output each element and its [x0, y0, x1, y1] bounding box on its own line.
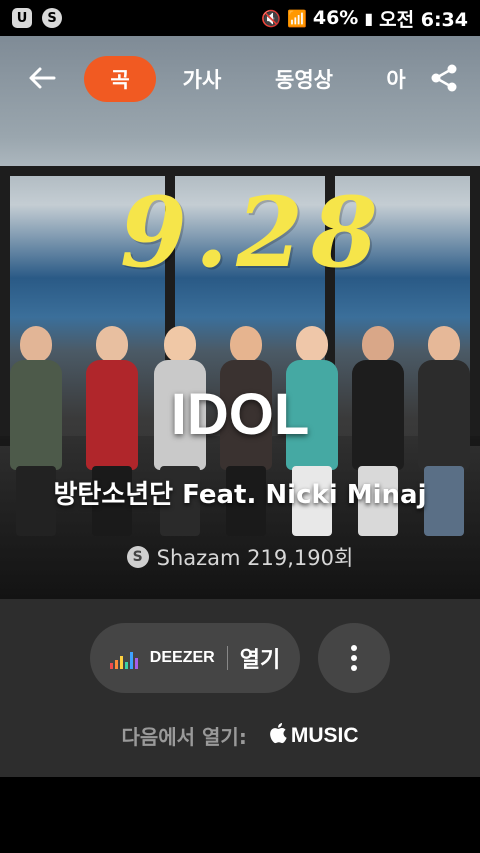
button-divider: [226, 646, 228, 670]
shazam-count-text: Shazam 219,190회: [156, 546, 354, 570]
battery-icon: ▮: [364, 8, 374, 28]
tab-lyrics[interactable]: 가사: [170, 56, 234, 102]
open-in-label: 다음에서 열기:: [121, 725, 247, 749]
open-in-deezer-button[interactable]: DEEZER 열기: [90, 623, 300, 693]
shazam-notification-icon: S: [42, 8, 62, 28]
top-nav: 곡 가사 동영상 아: [0, 36, 480, 120]
song-title: IDOL: [170, 382, 310, 447]
wifi-signal-icon: 📶: [286, 8, 307, 28]
more-options-button[interactable]: [318, 623, 390, 693]
clock: 오전 6:34: [379, 8, 468, 31]
mute-icon: 🔇: [261, 8, 281, 28]
action-panel: DEEZER 열기 다음에서 열기: MUSIC: [0, 599, 480, 777]
apple-music-label: MUSIC: [290, 723, 359, 747]
apple-logo-icon: [269, 722, 287, 749]
back-arrow-icon[interactable]: [26, 62, 58, 94]
artist-name[interactable]: 방탄소년단 Feat. Nicki Minaj: [0, 474, 480, 511]
status-bar: U S 🔇 📶 46% ▮ 오전 6:34: [0, 0, 480, 36]
deezer-logo-icon: [109, 647, 138, 669]
release-date-graphic: 9.28: [120, 176, 386, 289]
open-label: 열기: [239, 648, 281, 673]
shazam-count: S Shazam 219,190회: [0, 542, 480, 572]
deezer-brand-label: DEEZER: [149, 649, 215, 666]
share-icon[interactable]: [428, 62, 460, 94]
album-artwork: 9.28 IDOL 방탄소년단 Feat. Nicki Minaj S Shaz…: [0, 36, 480, 599]
open-in-row: 다음에서 열기: MUSIC: [0, 721, 480, 750]
more-vertical-icon: [351, 645, 357, 671]
app-notification-icon: U: [12, 8, 32, 28]
apple-music-button[interactable]: MUSIC: [269, 722, 359, 749]
tab-song[interactable]: 곡: [84, 56, 156, 102]
battery-percent: 46%: [312, 7, 359, 29]
tab-video[interactable]: 동영상: [260, 56, 348, 102]
tab-artist[interactable]: 아: [376, 56, 416, 102]
shazam-logo-icon: S: [126, 546, 149, 568]
